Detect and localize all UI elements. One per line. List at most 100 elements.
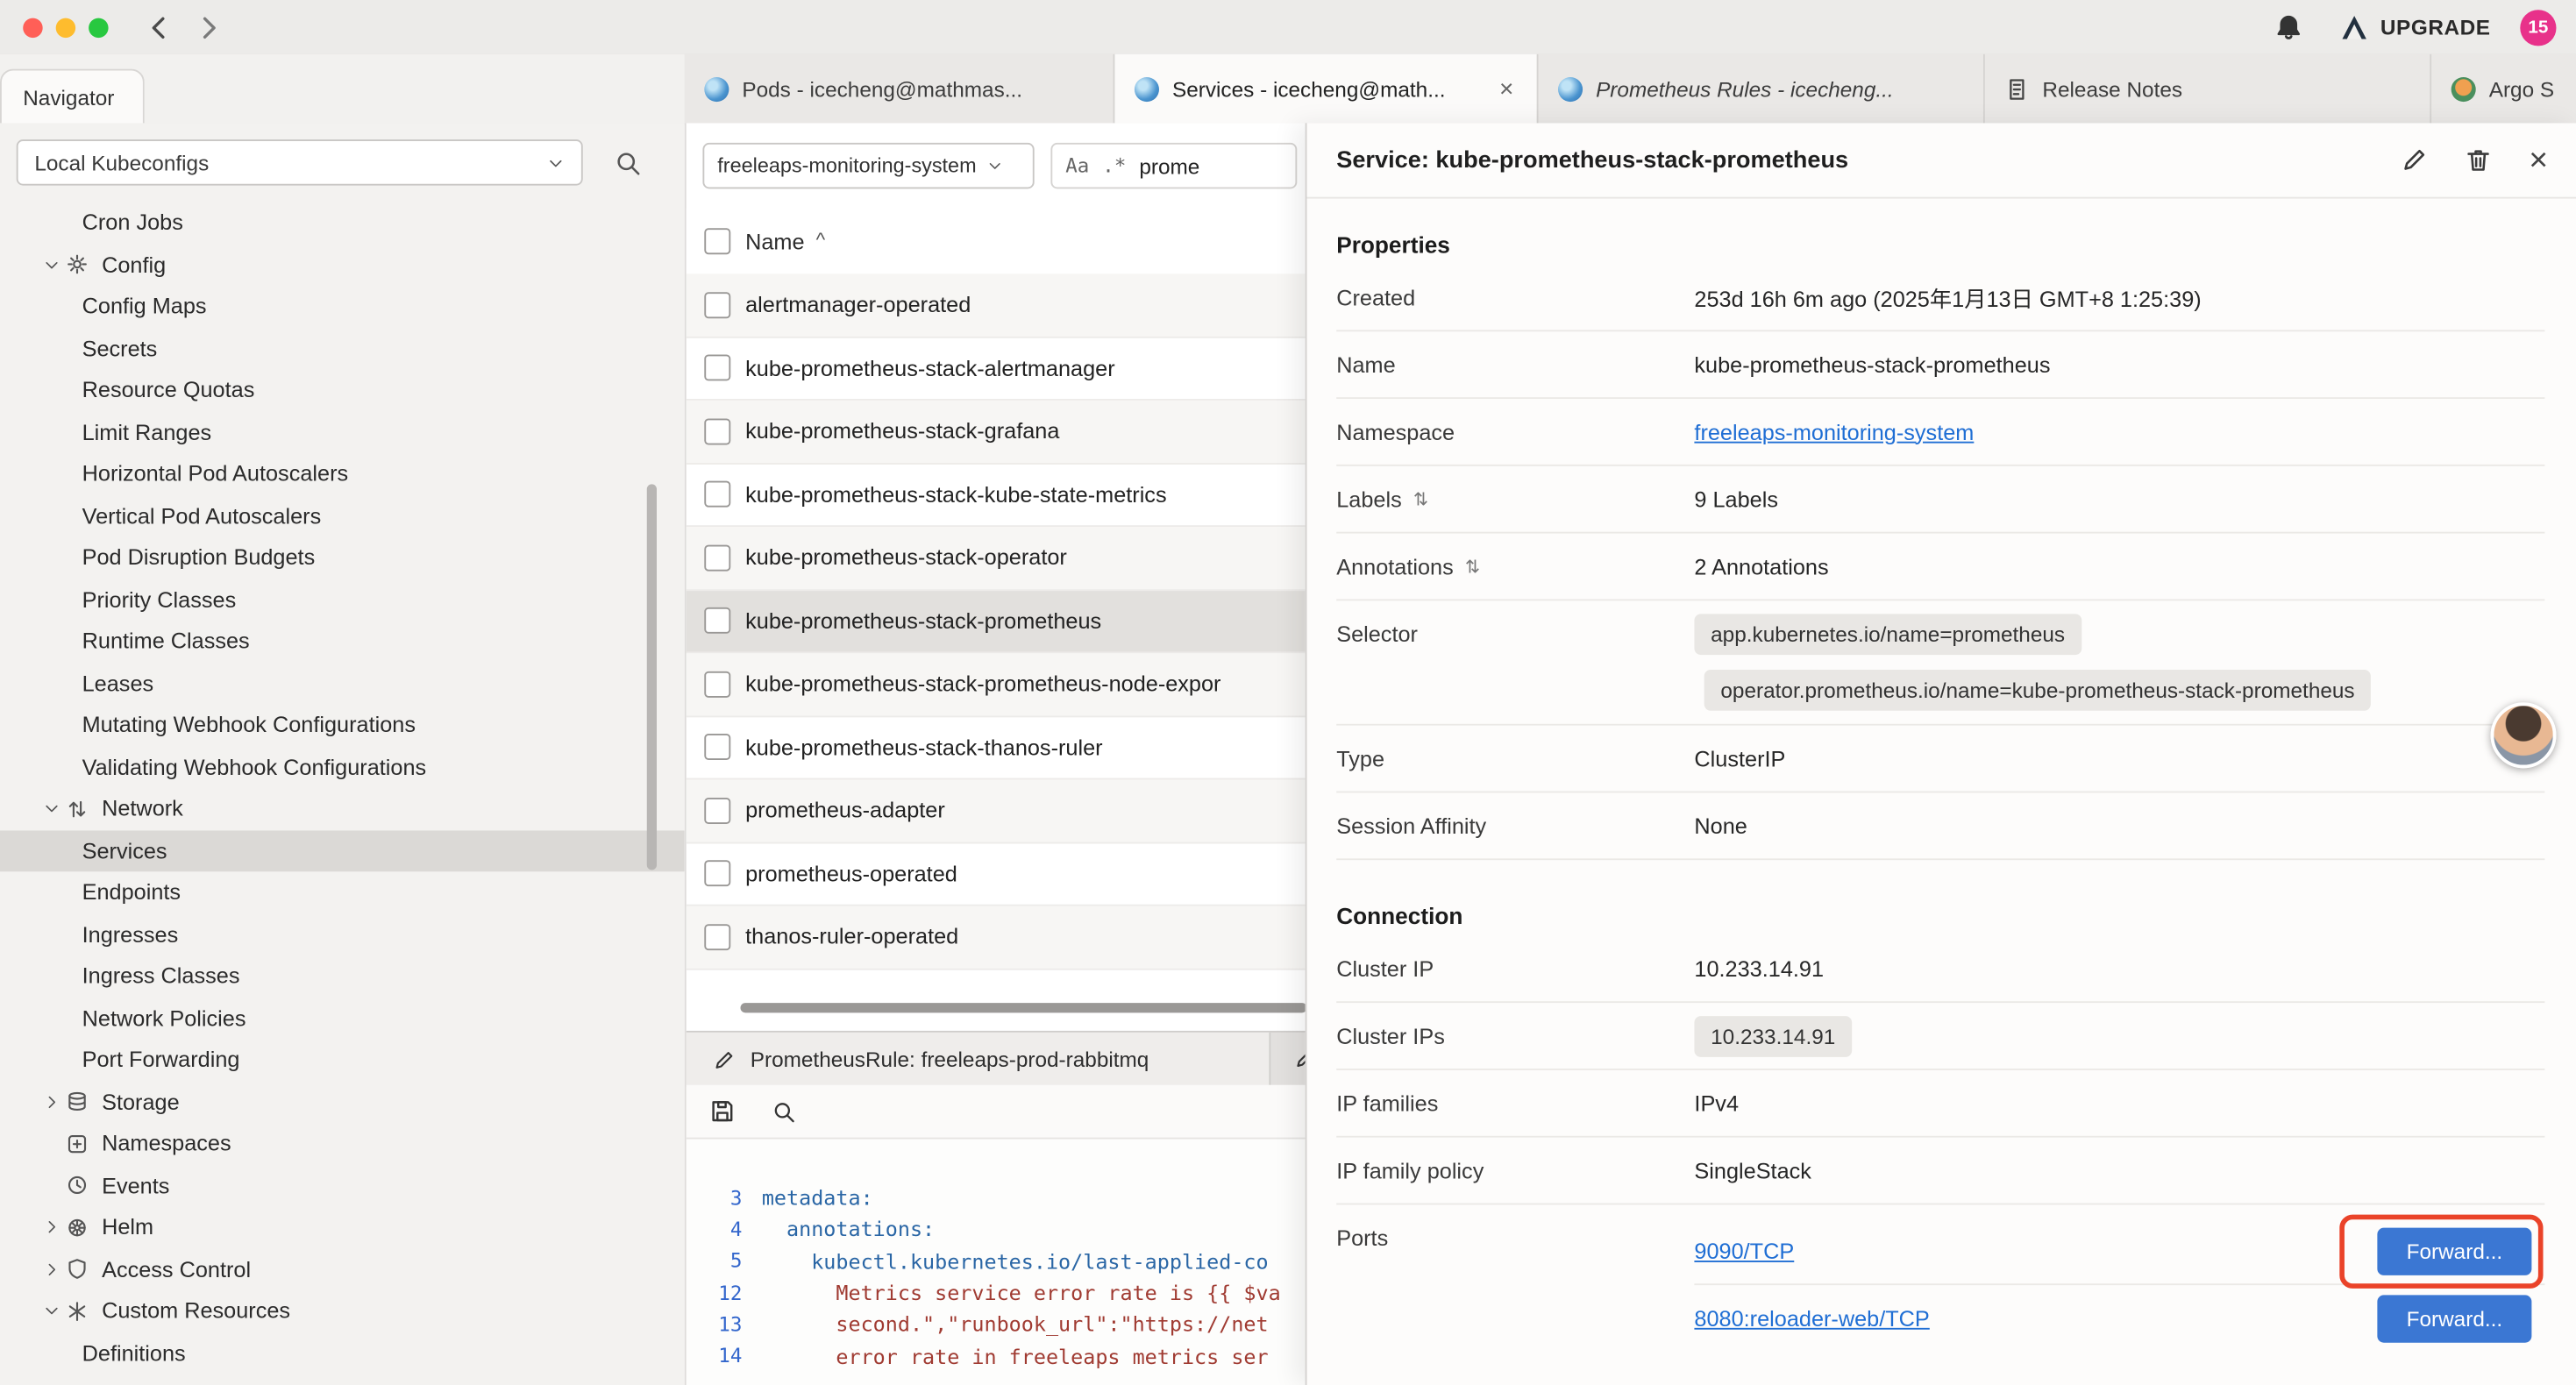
sidebar-item-cron-jobs[interactable]: Cron Jobs bbox=[0, 202, 685, 244]
sidebar-item-resource-quotas[interactable]: Resource Quotas bbox=[0, 369, 685, 411]
back-icon[interactable] bbox=[145, 12, 174, 42]
port-link-9090[interactable]: 9090/TCP bbox=[1694, 1239, 1794, 1263]
tab-services[interactable]: Services - icecheng@math... × bbox=[1114, 54, 1538, 124]
sidebar-item-services[interactable]: Services bbox=[0, 830, 685, 872]
chevron-down-icon[interactable] bbox=[36, 799, 66, 818]
tab-argo[interactable]: Argo S bbox=[2431, 54, 2576, 124]
table-row[interactable]: kube-prometheus-stack-operator bbox=[687, 527, 1307, 590]
sidebar-item-runtime-classes[interactable]: Runtime Classes bbox=[0, 621, 685, 663]
delete-icon[interactable] bbox=[2465, 146, 2493, 174]
row-checkbox[interactable] bbox=[704, 734, 730, 760]
row-checkbox[interactable] bbox=[704, 544, 730, 571]
chevron-right-icon[interactable] bbox=[36, 1093, 66, 1112]
sidebar-item-helm[interactable]: Helm bbox=[0, 1206, 685, 1248]
tab-pods[interactable]: Pods - icecheng@mathmas... bbox=[685, 54, 1115, 124]
notification-badge[interactable]: 15 bbox=[2520, 9, 2556, 45]
table-row[interactable]: kube-prometheus-stack-alertmanager bbox=[687, 337, 1307, 401]
close-icon[interactable]: × bbox=[2529, 144, 2548, 176]
sidebar-item-network[interactable]: Network bbox=[0, 788, 685, 830]
row-checkbox[interactable] bbox=[704, 671, 730, 697]
chevron-down-icon[interactable] bbox=[36, 1302, 66, 1320]
sidebar-item-priority-classes[interactable]: Priority Classes bbox=[0, 579, 685, 621]
chevron-down-icon[interactable] bbox=[36, 256, 66, 274]
maximize-window-button[interactable] bbox=[89, 18, 108, 37]
sidebar-item-config[interactable]: Config bbox=[0, 244, 685, 286]
save-icon[interactable] bbox=[709, 1098, 736, 1125]
sidebar-item-custom-resources[interactable]: Custom Resources bbox=[0, 1290, 685, 1332]
expand-collapse-icon[interactable]: ⇅ bbox=[1413, 488, 1428, 509]
minimize-window-button[interactable] bbox=[56, 18, 75, 37]
sidebar-item-network-policies[interactable]: Network Policies bbox=[0, 998, 685, 1040]
row-checkbox[interactable] bbox=[704, 607, 730, 634]
expand-collapse-icon[interactable]: ⇅ bbox=[1465, 556, 1480, 577]
row-checkbox[interactable] bbox=[704, 292, 730, 318]
sidebar-item-namespaces[interactable]: Namespaces bbox=[0, 1123, 685, 1165]
forward-button[interactable]: Forward... bbox=[2377, 1227, 2531, 1275]
sidebar-item-config-maps[interactable]: Config Maps bbox=[0, 286, 685, 328]
edit-icon[interactable] bbox=[2401, 146, 2429, 174]
tab-prometheus-rules[interactable]: Prometheus Rules - icecheng... bbox=[1539, 54, 1985, 124]
search-icon[interactable] bbox=[772, 1099, 796, 1124]
regex-toggle[interactable]: .* bbox=[1102, 154, 1126, 177]
sidebar-item-storage[interactable]: Storage bbox=[0, 1081, 685, 1123]
table-row[interactable]: alertmanager-operated bbox=[687, 274, 1307, 337]
close-window-button[interactable] bbox=[23, 18, 42, 37]
tab-navigator[interactable]: Navigator bbox=[0, 69, 145, 124]
forward-icon[interactable] bbox=[194, 12, 224, 42]
horizontal-scrollbar[interactable] bbox=[740, 1003, 1306, 1012]
search-input[interactable]: Aa .* prome bbox=[1050, 143, 1297, 188]
dock-tab-prometheusrule[interactable]: PrometheusRule: freeleaps-prod-rabbitmq bbox=[687, 1033, 1271, 1087]
forward-button[interactable]: Forward... bbox=[2377, 1294, 2531, 1341]
table-row[interactable]: kube-prometheus-stack-thanos-ruler bbox=[687, 716, 1307, 779]
row-checkbox[interactable] bbox=[704, 924, 730, 950]
sidebar-item-events[interactable]: Events bbox=[0, 1165, 685, 1207]
port-link-8080[interactable]: 8080:reloader-web/TCP bbox=[1694, 1306, 1929, 1331]
sidebar-item-ingresses[interactable]: Ingresses bbox=[0, 913, 685, 955]
webcam-avatar[interactable] bbox=[2491, 702, 2557, 768]
sidebar-item-endpoints[interactable]: Endpoints bbox=[0, 871, 685, 913]
table-row[interactable]: prometheus-adapter bbox=[687, 779, 1307, 842]
select-all-checkbox[interactable] bbox=[704, 228, 730, 254]
sidebar-item-definitions[interactable]: Definitions bbox=[0, 1332, 685, 1374]
tab-release-notes[interactable]: Release Notes bbox=[1985, 54, 2431, 124]
sidebar-item-ingress-classes[interactable]: Ingress Classes bbox=[0, 955, 685, 998]
sidebar-item-limit-ranges[interactable]: Limit Ranges bbox=[0, 411, 685, 453]
table-row[interactable]: kube-prometheus-stack-kube-state-metrics bbox=[687, 464, 1307, 527]
row-checkbox[interactable] bbox=[704, 798, 730, 824]
upgrade-button[interactable]: UPGRADE bbox=[2339, 12, 2490, 42]
sidebar-item-pod-disruption-budgets[interactable]: Pod Disruption Budgets bbox=[0, 536, 685, 579]
table-row-selected[interactable]: kube-prometheus-stack-prometheus bbox=[687, 590, 1307, 653]
row-checkbox[interactable] bbox=[704, 355, 730, 381]
close-tab-icon[interactable]: × bbox=[1496, 75, 1517, 103]
namespace-select[interactable]: freeleaps-monitoring-system bbox=[702, 143, 1034, 188]
sidebar-item-validating-webhook-configurations[interactable]: Validating Webhook Configurations bbox=[0, 746, 685, 788]
kubeconfig-select[interactable]: Local Kubeconfigs bbox=[17, 139, 583, 185]
search-icon[interactable] bbox=[614, 149, 642, 177]
sidebar-item-vertical-pod-autoscalers[interactable]: Vertical Pod Autoscalers bbox=[0, 495, 685, 537]
name-column-header[interactable]: Name bbox=[745, 229, 804, 253]
row-checkbox[interactable] bbox=[704, 861, 730, 887]
sidebar-item-horizontal-pod-autoscalers[interactable]: Horizontal Pod Autoscalers bbox=[0, 453, 685, 495]
sidebar-item-secrets[interactable]: Secrets bbox=[0, 328, 685, 370]
sidebar-item-port-forwarding[interactable]: Port Forwarding bbox=[0, 1039, 685, 1081]
chevron-right-icon[interactable] bbox=[36, 1261, 66, 1279]
match-case-toggle[interactable]: Aa bbox=[1065, 154, 1089, 177]
namespace-link[interactable]: freeleaps-monitoring-system bbox=[1694, 419, 1974, 444]
property-label-text: Annotations bbox=[1336, 554, 1454, 579]
table-row[interactable]: prometheus-operated bbox=[687, 843, 1307, 906]
table-row[interactable]: thanos-ruler-operated bbox=[687, 906, 1307, 970]
property-value[interactable]: 9 Labels bbox=[1694, 487, 1778, 511]
property-value[interactable]: 2 Annotations bbox=[1694, 554, 1828, 579]
bell-icon[interactable] bbox=[2274, 12, 2303, 42]
sort-asc-icon[interactable]: ^ bbox=[816, 228, 826, 251]
yaml-editor[interactable]: 3metadata: 4 annotations: 5 kubectl.kube… bbox=[687, 1140, 1307, 1385]
chevron-right-icon[interactable] bbox=[36, 1218, 66, 1237]
sidebar-item-leases[interactable]: Leases bbox=[0, 663, 685, 705]
sidebar-item-access-control[interactable]: Access Control bbox=[0, 1248, 685, 1290]
sidebar-item-mutating-webhook-configurations[interactable]: Mutating Webhook Configurations bbox=[0, 704, 685, 746]
table-row[interactable]: kube-prometheus-stack-prometheus-node-ex… bbox=[687, 653, 1307, 716]
row-checkbox[interactable] bbox=[704, 481, 730, 508]
table-row[interactable]: kube-prometheus-stack-grafana bbox=[687, 401, 1307, 464]
row-checkbox[interactable] bbox=[704, 418, 730, 444]
sidebar-scrollbar[interactable] bbox=[647, 484, 657, 870]
